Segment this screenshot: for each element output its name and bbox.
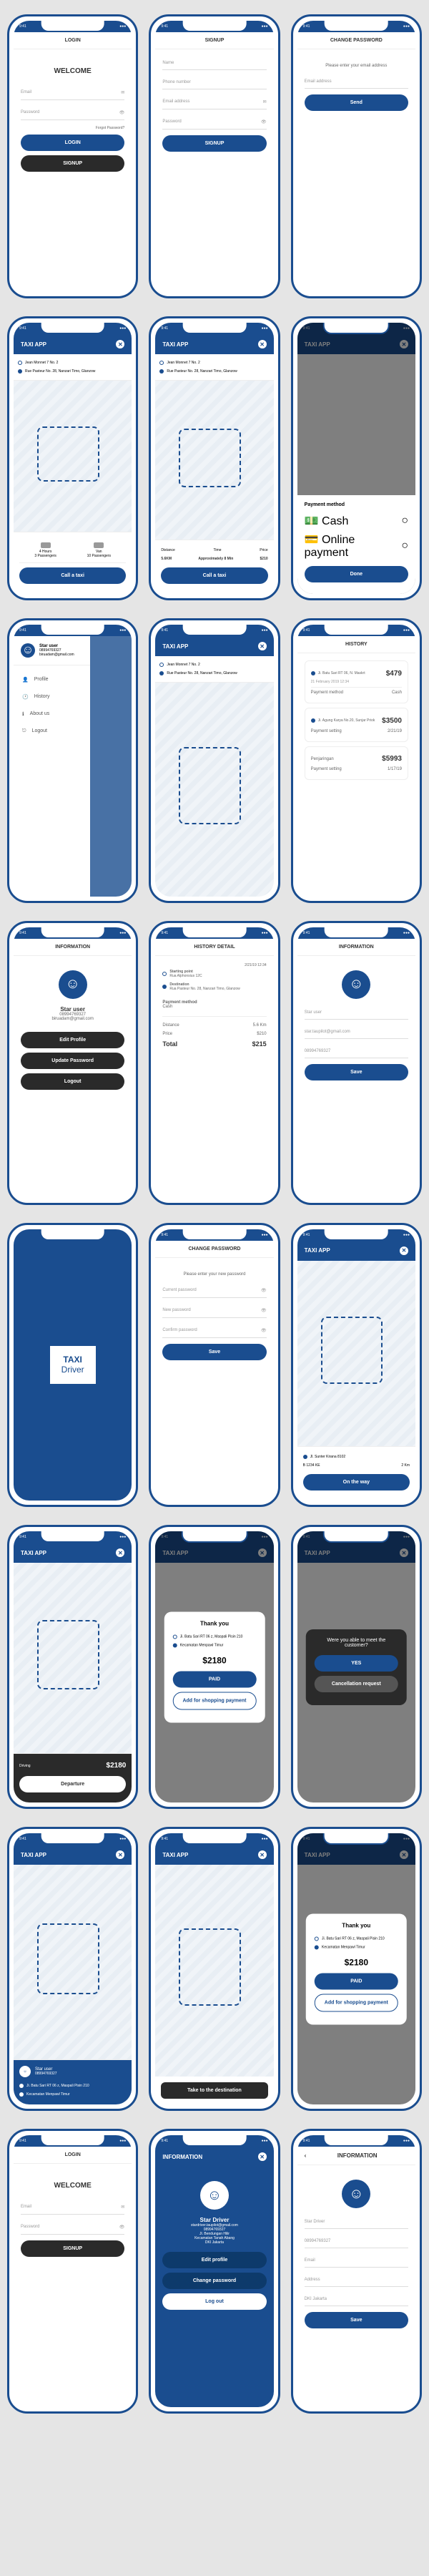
map[interactable] [155, 1865, 273, 2077]
edit-profile-button[interactable]: Edit profile [162, 2252, 266, 2268]
add-payment-button[interactable]: Add for shopping payment [315, 1994, 398, 2011]
email-field[interactable]: Email✉ [21, 86, 124, 100]
edit-profile-button[interactable]: Edit Profile [21, 1032, 124, 1048]
thank-you-modal: Thank you Ji. Batu Sari RT 06 z, Maspali… [164, 1611, 265, 1722]
map[interactable] [14, 381, 132, 532]
password-field[interactable]: Password👁 [21, 2220, 124, 2235]
password-field[interactable]: Password👁 [21, 106, 124, 120]
header: HISTORY DETAIL [155, 939, 273, 956]
history-item[interactable]: Ji. Agung Karya No.20, Sunjar Priok$3500… [305, 708, 408, 742]
avatar-icon: ☺ [21, 643, 35, 658]
email-field[interactable]: Email address [305, 75, 408, 89]
pickup-icon [18, 361, 22, 365]
email-field[interactable]: Email [305, 2254, 408, 2268]
email-field[interactable]: star.taupilot@gmail.com [305, 1025, 408, 1039]
header: HISTORY [297, 636, 415, 653]
avatar-icon: ☺ [342, 970, 370, 999]
done-button[interactable]: Done [305, 566, 408, 582]
change-password-button[interactable]: Change password [162, 2273, 266, 2289]
call-taxi-button[interactable]: Call a taxi [161, 567, 267, 584]
forgot-link[interactable]: Forgot Password? [21, 126, 124, 130]
welcome-title: WELCOME [21, 67, 124, 75]
logo: TAXIDriver [50, 1346, 96, 1384]
signup-button[interactable]: SIGNUP [21, 155, 124, 172]
header: CHANGE PASSWORD [297, 32, 415, 49]
avatar-icon: ☺ [342, 2180, 370, 2208]
current-pwd-field[interactable]: Current password👁 [162, 1284, 266, 1298]
city-field[interactable]: DKI Jakarta [305, 2293, 408, 2306]
history-item[interactable]: Ji. Batu Sari RT 06, N. Maskrt$479 21 Fe… [305, 660, 408, 703]
menu-icon[interactable]: ✕ [116, 340, 124, 348]
header: LOGIN [14, 2147, 132, 2164]
menu-icon[interactable]: ✕ [258, 340, 267, 348]
map[interactable] [14, 1563, 132, 1753]
paid-button[interactable]: PAID [173, 1671, 257, 1687]
add-payment-button[interactable]: Add for shopping payment [173, 1692, 257, 1709]
cash-option[interactable]: 💵 Cash○ [305, 512, 408, 530]
payment-title: Payment method [305, 502, 408, 507]
yes-button[interactable]: YES [315, 1655, 398, 1672]
vehicle-van[interactable]: Van10 Passengers [87, 542, 111, 558]
avatar-icon: ☺ [59, 970, 87, 999]
address-field[interactable]: Address [305, 2273, 408, 2287]
menu-about[interactable]: ℹ About us [19, 706, 84, 723]
on-way-button[interactable]: On the way [303, 1474, 410, 1491]
phone-field[interactable]: 08994769327 [305, 1045, 408, 1058]
map[interactable] [155, 683, 273, 896]
header: CHANGE PASSWORD [155, 1241, 273, 1258]
save-button[interactable]: Save [162, 1344, 266, 1360]
header: LOGIN [14, 32, 132, 49]
name-field[interactable]: Star user [305, 1006, 408, 1020]
email-field[interactable]: Email address✉ [162, 95, 266, 109]
name-field[interactable]: Star Driver [305, 2215, 408, 2229]
dest-icon [18, 369, 22, 374]
call-taxi-button[interactable]: Call a taxi [19, 567, 126, 584]
signal: ●●● [119, 24, 126, 29]
save-button[interactable]: Save [305, 2312, 408, 2328]
name-field[interactable]: Name [162, 57, 266, 70]
overlay[interactable] [90, 636, 132, 897]
phone-field[interactable]: 08994769327 [305, 2235, 408, 2248]
cancel-button[interactable]: Cancellation request [315, 1676, 398, 1692]
thank-you-modal: Thank you Ji. Batu Sari RT 06 z, Maspali… [306, 1913, 407, 2024]
paid-button[interactable]: PAID [315, 1973, 398, 1989]
confirm-modal: Were you able to meet the customer? YES … [306, 1629, 407, 1705]
map[interactable] [155, 381, 273, 540]
online-option[interactable]: 💳 Online payment○ [305, 530, 408, 562]
header: INFORMATION [14, 939, 132, 956]
map[interactable] [14, 1865, 132, 2059]
prompt: Please enter your email address [305, 64, 408, 68]
send-button[interactable]: Send [305, 94, 408, 111]
vehicle-sedan[interactable]: 4 Hours3 Passengers [34, 542, 56, 558]
signup-button[interactable]: SIGNUP [21, 2240, 124, 2257]
time: 9:41 [19, 24, 26, 29]
new-pwd-field[interactable]: New password👁 [162, 1304, 266, 1318]
save-button[interactable]: Save [305, 1064, 408, 1080]
departure-button[interactable]: Departure [19, 1776, 126, 1792]
login-button[interactable]: LOGIN [21, 135, 124, 151]
logout-button[interactable]: Logout [21, 1073, 124, 1090]
take-destination-button[interactable]: Take to the destination [161, 2082, 267, 2099]
header: INFORMATION [297, 939, 415, 956]
update-password-button[interactable]: Update Password [21, 1053, 124, 1069]
menu-profile[interactable]: 👤 Profile [19, 671, 84, 688]
app-title: TAXI APP [21, 341, 46, 348]
header: SIGNUP [155, 32, 273, 49]
history-item[interactable]: Penjaringan$5993 Payment setting1/17/19 [305, 746, 408, 780]
confirm-pwd-field[interactable]: Confirm password👁 [162, 1324, 266, 1338]
map[interactable] [297, 1261, 415, 1446]
splash: TAXIDriver [14, 1229, 132, 1501]
signup-button[interactable]: SIGNUP [162, 135, 266, 152]
avatar-icon: ☺ [200, 2181, 229, 2210]
email-field[interactable]: Email✉ [21, 2200, 124, 2215]
password-field[interactable]: Password👁 [162, 115, 266, 130]
menu-logout[interactable]: ⎋ Logout [19, 723, 84, 740]
phone-field[interactable]: Phone number [162, 76, 266, 89]
menu-history[interactable]: 🕐 History [19, 688, 84, 706]
logout-button[interactable]: Log out [162, 2293, 266, 2310]
avatar-icon: ☺ [19, 2066, 31, 2077]
